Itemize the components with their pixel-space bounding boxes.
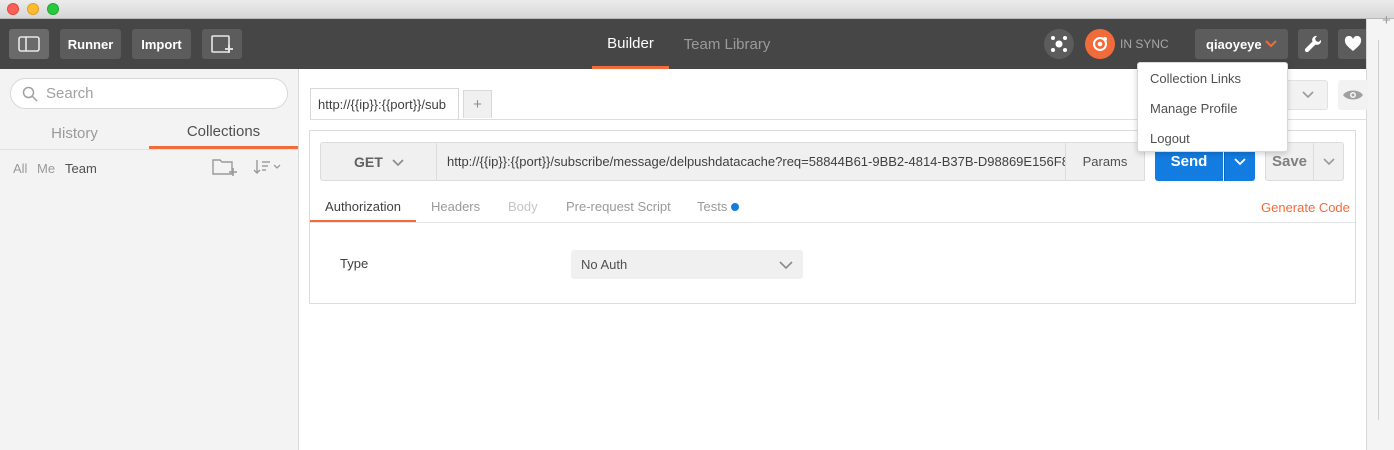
tab-collections[interactable]: Collections xyxy=(149,117,298,149)
search-icon xyxy=(22,86,38,102)
method-select[interactable]: GET xyxy=(320,142,437,181)
new-window-icon xyxy=(211,35,233,53)
add-tab-button[interactable]: + xyxy=(463,90,492,118)
tab-authorization[interactable]: Authorization xyxy=(310,196,416,223)
interceptor-button[interactable] xyxy=(1044,29,1074,59)
search-input[interactable] xyxy=(46,85,276,102)
sync-status-button[interactable] xyxy=(1085,29,1115,59)
tab-pre-request-script[interactable]: Pre-request Script xyxy=(566,196,671,223)
sidebar-toggle-button[interactable] xyxy=(9,29,49,59)
subtabs-divider xyxy=(310,222,1355,223)
plus-icon: + xyxy=(1382,12,1391,29)
tab-team-library[interactable]: Team Library xyxy=(680,19,774,69)
import-button[interactable]: Import xyxy=(132,29,191,59)
menu-item-logout[interactable]: Logout xyxy=(1150,131,1190,146)
chevron-down-icon xyxy=(779,261,793,270)
auth-type-select[interactable]: No Auth xyxy=(571,250,803,279)
eye-icon xyxy=(1343,90,1363,100)
settings-button[interactable] xyxy=(1298,29,1328,59)
window-close-button[interactable] xyxy=(7,3,19,15)
url-input[interactable] xyxy=(436,142,1066,181)
sort-icon[interactable] xyxy=(253,158,283,176)
search-box[interactable] xyxy=(10,78,288,109)
auth-type-label: Type xyxy=(340,256,369,271)
tab-history[interactable]: History xyxy=(0,117,149,149)
save-options-button[interactable] xyxy=(1313,142,1344,181)
window-maximize-button[interactable] xyxy=(47,3,59,15)
runner-button[interactable]: Runner xyxy=(60,29,121,59)
favorite-button[interactable] xyxy=(1338,29,1368,59)
menu-item-manage-profile[interactable]: Manage Profile xyxy=(1150,101,1237,116)
sidebar: History Collections All Me Team xyxy=(0,69,299,450)
method-label: GET xyxy=(354,153,383,170)
environment-quick-look-button[interactable] xyxy=(1338,80,1368,110)
chevron-down-icon xyxy=(1234,157,1246,165)
user-dropdown-menu: Collection Links Manage Profile Logout xyxy=(1137,62,1288,152)
chevron-down-icon xyxy=(1265,40,1277,48)
chevron-down-icon xyxy=(392,159,404,167)
params-button[interactable]: Params xyxy=(1065,142,1145,181)
username-label: qiaoyeye xyxy=(1206,36,1262,52)
sync-status-label: IN SYNC xyxy=(1120,37,1169,51)
environment-select[interactable] xyxy=(1288,80,1328,110)
chevron-down-icon xyxy=(1301,91,1314,99)
tab-headers[interactable]: Headers xyxy=(431,196,480,223)
user-menu-button[interactable]: qiaoyeye xyxy=(1195,29,1288,59)
tab-body[interactable]: Body xyxy=(508,196,538,223)
auth-type-value: No Auth xyxy=(581,257,628,272)
sidebar-icon xyxy=(18,36,40,52)
tests-indicator-dot xyxy=(731,203,739,211)
satellite-icon xyxy=(1051,36,1067,52)
filter-all[interactable]: All xyxy=(13,161,27,176)
window-titlebar xyxy=(0,0,1394,19)
new-window-button[interactable] xyxy=(202,29,242,59)
wrench-icon xyxy=(1304,35,1322,53)
window-minimize-button[interactable] xyxy=(27,3,39,15)
heart-icon xyxy=(1344,36,1362,51)
new-collection-icon[interactable] xyxy=(212,157,238,177)
filter-me[interactable]: Me xyxy=(37,161,55,176)
sync-icon xyxy=(1093,37,1107,51)
generate-code-link[interactable]: Generate Code xyxy=(1261,200,1350,215)
tab-tests[interactable]: Tests xyxy=(697,196,727,223)
tab-builder[interactable]: Builder xyxy=(592,19,669,69)
sidebar-divider xyxy=(0,149,298,150)
filter-team[interactable]: Team xyxy=(65,161,97,176)
menu-item-collection-links[interactable]: Collection Links xyxy=(1150,71,1241,86)
scrollbar-thumb[interactable] xyxy=(1378,40,1383,420)
chevron-down-icon xyxy=(1322,157,1335,165)
request-tab[interactable]: http://{{ip}}:{{port}}/sub xyxy=(310,88,459,119)
